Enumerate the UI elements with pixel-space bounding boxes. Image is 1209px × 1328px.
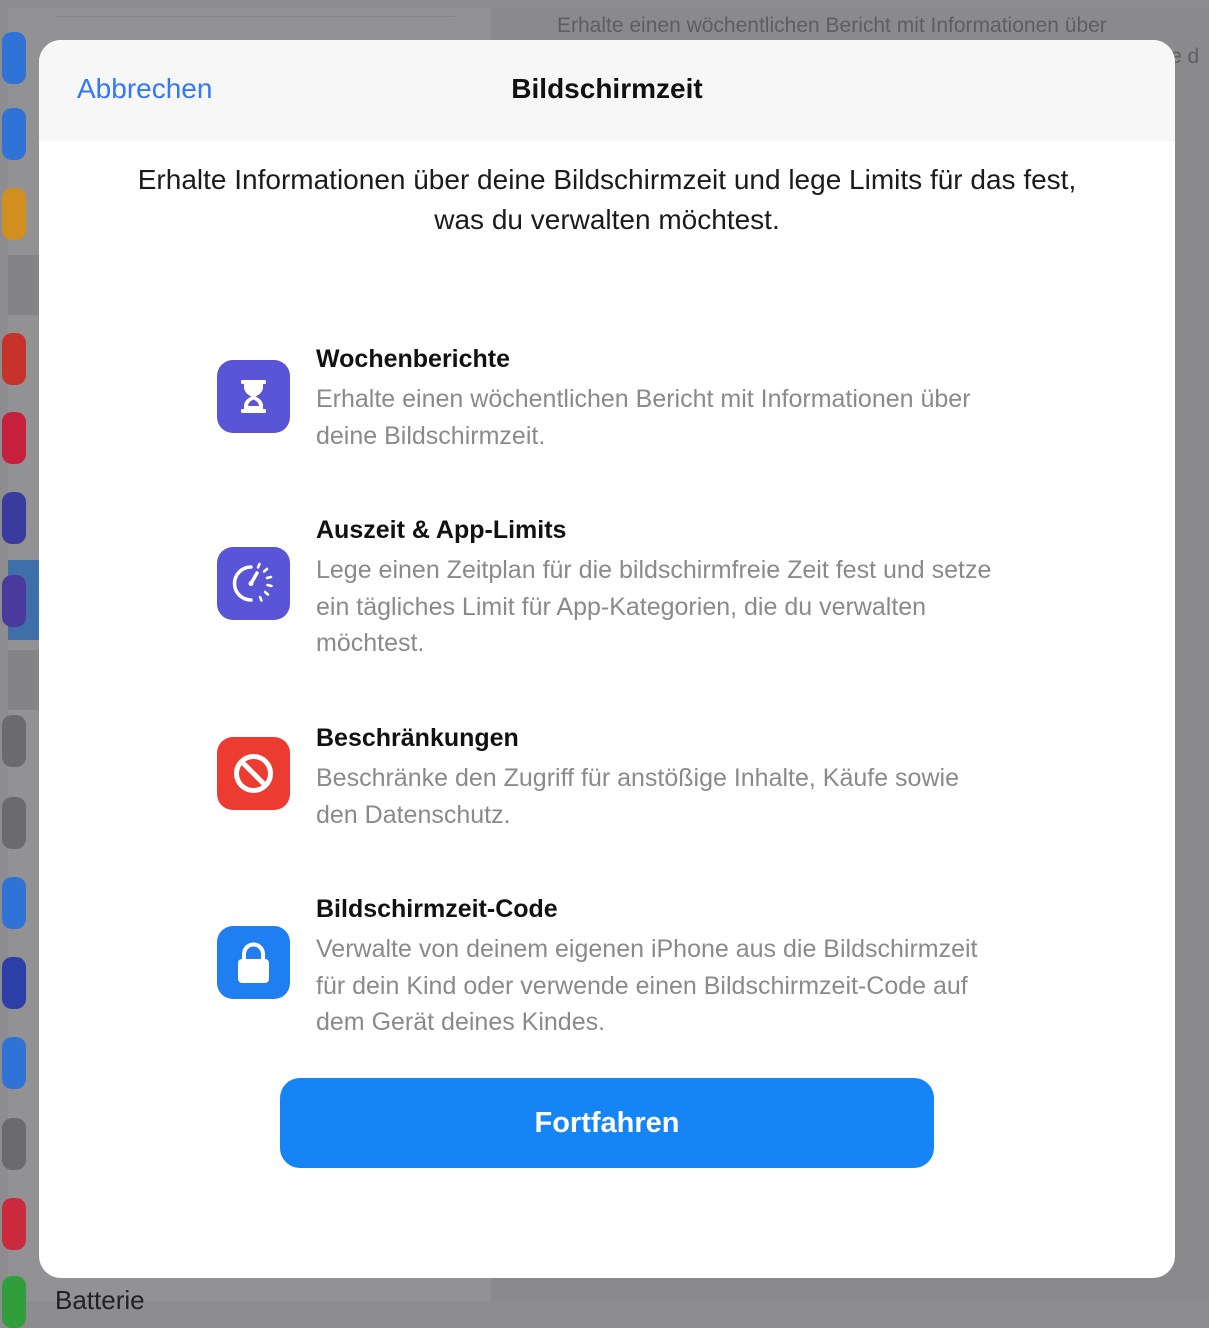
sidebar-group-separator <box>8 255 39 315</box>
sidebar-app-icon[interactable] <box>2 797 26 849</box>
screen-time-sheet: Abbrechen Bildschirmzeit Erhalte Informa… <box>39 40 1175 1278</box>
sidebar-app-icon[interactable] <box>2 32 26 84</box>
sidebar-app-icon[interactable] <box>2 957 26 1009</box>
sidebar-app-icon[interactable] <box>2 412 26 464</box>
sidebar-group-separator <box>8 650 39 710</box>
continue-button[interactable]: Fortfahren <box>280 1078 934 1168</box>
feature-description: Verwalte von deinem eigenen iPhone aus d… <box>316 935 978 1036</box>
sidebar-app-icon[interactable] <box>2 1198 26 1250</box>
sidebar-app-icon[interactable] <box>2 715 26 767</box>
detail-description-text: Erhalte einen wöchentlichen Bericht mit … <box>557 14 1107 37</box>
sidebar-app-icon[interactable] <box>2 333 26 385</box>
sheet-title: Bildschirmzeit <box>511 73 703 104</box>
sidebar-app-icon[interactable] <box>2 108 26 160</box>
sidebar-app-icon[interactable] <box>2 877 26 929</box>
restriction-icon <box>217 737 290 810</box>
sidebar-app-icon[interactable] <box>2 188 26 240</box>
feature-title: Beschränkungen <box>316 724 519 752</box>
sidebar-app-icon[interactable] <box>2 492 26 544</box>
sheet-navigation-bar: Abbrechen Bildschirmzeit <box>39 40 1175 141</box>
sidebar-app-icon[interactable] <box>2 1276 26 1328</box>
feature-title: Wochenberichte <box>316 345 511 373</box>
feature-title: Auszeit & App-Limits <box>316 516 567 544</box>
sidebar-search-divider <box>55 8 455 17</box>
downtime-timer-icon <box>217 547 290 620</box>
sidebar-app-icon[interactable] <box>2 575 26 627</box>
intro-text: Erhalte Informationen über deine Bildsch… <box>137 164 1077 235</box>
feature-description: Lege einen Zeitplan für die bildschirmfr… <box>316 556 992 657</box>
feature-description: Beschränke den Zugriff für anstößige Inh… <box>316 764 959 829</box>
sidebar-app-icon[interactable] <box>2 1118 26 1170</box>
hourglass-icon <box>217 360 290 433</box>
feature-description: Erhalte einen wöchentlichen Bericht mit … <box>316 385 971 450</box>
lock-icon <box>217 926 290 999</box>
sidebar-app-icon[interactable] <box>2 1037 26 1089</box>
feature-title: Bildschirmzeit-Code <box>316 895 558 923</box>
